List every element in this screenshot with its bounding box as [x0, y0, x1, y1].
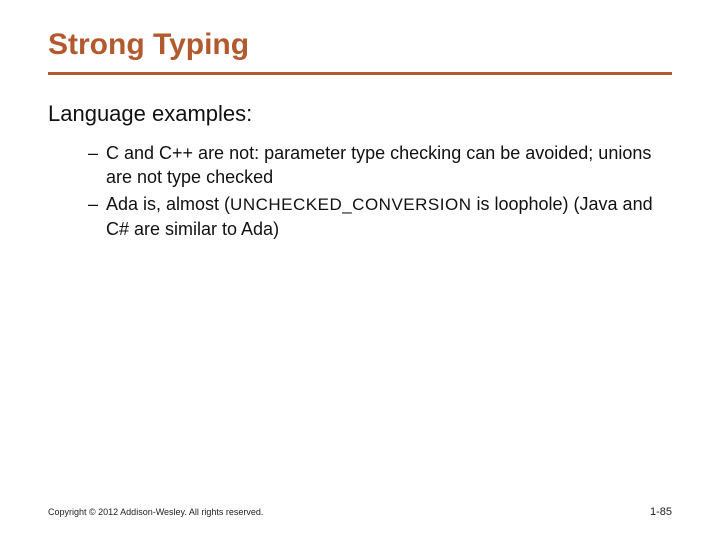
bullet-list: C and C++ are not: parameter type checki…: [48, 141, 672, 241]
title-rule: [48, 72, 672, 75]
bullet-text: Ada is, almost (: [106, 194, 230, 214]
page-number: 1-85: [650, 506, 672, 518]
slide-title: Strong Typing: [48, 28, 672, 62]
slide: Strong Typing Language examples: C and C…: [0, 0, 720, 540]
copyright-text: Copyright © 2012 Addison-Wesley. All rig…: [48, 507, 263, 517]
subheading: Language examples:: [48, 101, 672, 127]
list-item: Ada is, almost (UNCHECKED_CONVERSION is …: [88, 192, 672, 241]
footer: Copyright © 2012 Addison-Wesley. All rig…: [48, 506, 672, 518]
bullet-smallcaps: UNCHECKED_CONVERSION: [230, 195, 471, 214]
bullet-text: C and C++ are not: parameter type checki…: [106, 143, 651, 187]
list-item: C and C++ are not: parameter type checki…: [88, 141, 672, 190]
